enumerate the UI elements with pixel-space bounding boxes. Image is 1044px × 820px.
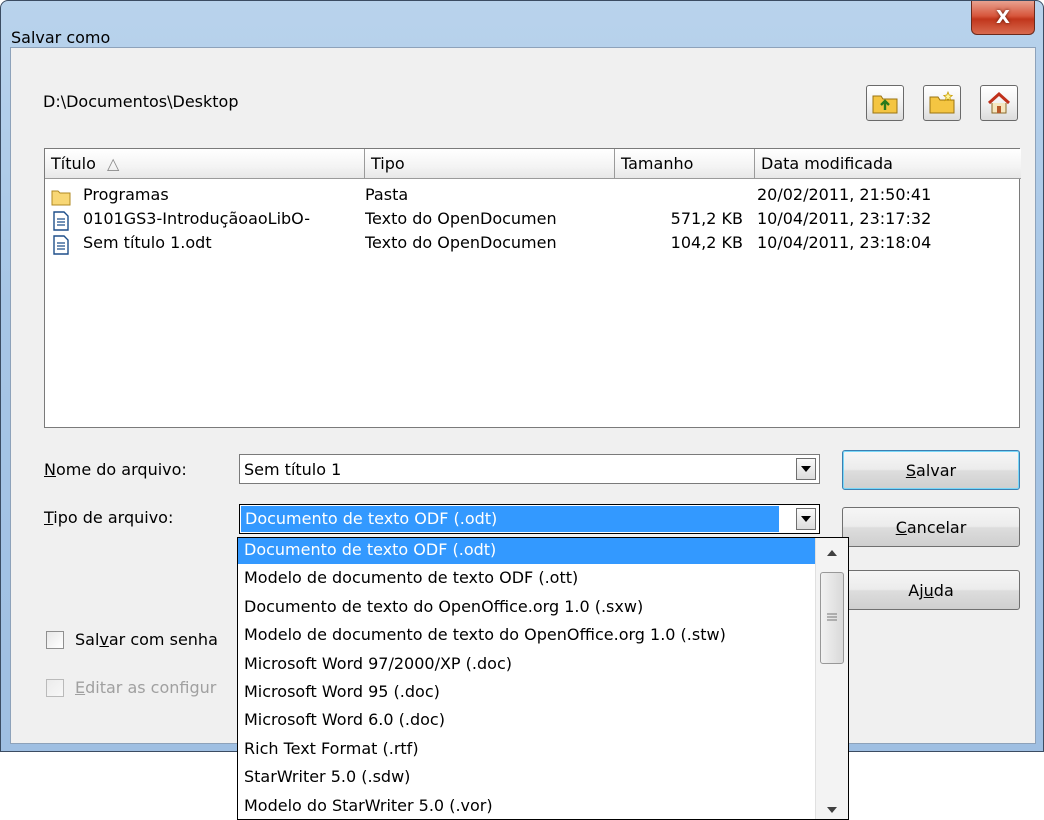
file-name: 0101GS3-IntroduçãoaoLibO- bbox=[83, 209, 310, 228]
scrollbar-thumb[interactable] bbox=[820, 572, 844, 664]
scroll-up-icon[interactable] bbox=[827, 550, 837, 556]
close-button[interactable]: X bbox=[971, 1, 1035, 35]
filetype-option[interactable]: Rich Text Format (.rtf) bbox=[238, 737, 815, 763]
edit-filter-settings-checkbox[interactable] bbox=[46, 679, 64, 697]
current-path: D:\Documentos\Desktop bbox=[43, 92, 239, 111]
file-type: Texto do OpenDocumen bbox=[365, 209, 557, 228]
file-row-document[interactable]: Sem título 1.odt Texto do OpenDocumen 10… bbox=[45, 233, 1019, 255]
folder-up-button[interactable] bbox=[866, 85, 904, 121]
sort-ascending-icon: △ bbox=[106, 154, 120, 173]
document-icon bbox=[53, 211, 69, 231]
filetype-option[interactable]: Modelo de documento de texto do OpenOffi… bbox=[238, 623, 815, 649]
filetype-option[interactable]: Modelo de documento de texto ODF (.ott) bbox=[238, 566, 815, 592]
filetype-option[interactable]: Microsoft Word 6.0 (.doc) bbox=[238, 708, 815, 734]
column-header-size[interactable]: Tamanho bbox=[615, 149, 755, 179]
save-button[interactable]: Salvar bbox=[842, 450, 1020, 490]
edit-filter-settings-label: Editar as configur bbox=[75, 678, 217, 697]
file-list[interactable]: Título △ Tipo Tamanho Data modificada Pr… bbox=[44, 148, 1021, 428]
save-with-password-checkbox[interactable] bbox=[46, 631, 64, 649]
file-type: Pasta bbox=[365, 185, 409, 204]
window-title: Salvar como bbox=[11, 28, 111, 47]
filetype-option[interactable]: Documento de texto ODF (.odt) bbox=[238, 538, 815, 564]
dropdown-scrollbar[interactable] bbox=[815, 538, 848, 819]
filetype-option[interactable]: Modelo do StarWriter 5.0 (.vor) bbox=[238, 794, 815, 819]
filetype-label: Tipo de arquivo: bbox=[44, 508, 174, 527]
filetype-option[interactable]: StarWriter 5.0 (.sdw) bbox=[238, 765, 815, 791]
filetype-combo[interactable]: Documento de texto ODF (.odt) bbox=[239, 504, 820, 534]
cancel-button[interactable]: Cancelar bbox=[842, 507, 1020, 547]
chevron-down-icon bbox=[801, 466, 811, 472]
filename-label: Nome do arquivo: bbox=[44, 460, 187, 479]
title-bar[interactable]: Salvar como X bbox=[1, 1, 1043, 47]
home-icon bbox=[987, 91, 1011, 114]
filetype-option[interactable]: Microsoft Word 95 (.doc) bbox=[238, 680, 815, 706]
file-row-folder[interactable]: Programas Pasta 20/02/2011, 21:50:41 bbox=[45, 185, 1019, 207]
file-size: 571,2 KB bbox=[670, 209, 743, 228]
file-size: 104,2 KB bbox=[670, 233, 743, 252]
file-modified: 10/04/2011, 23:18:04 bbox=[757, 233, 932, 252]
new-folder-button[interactable] bbox=[923, 85, 961, 121]
filetype-dropdown-button[interactable] bbox=[796, 508, 816, 530]
scroll-down-icon[interactable] bbox=[827, 807, 837, 813]
filetype-dropdown-list[interactable]: Documento de texto ODF (.odt) Modelo de d… bbox=[237, 537, 849, 820]
close-icon: X bbox=[996, 7, 1010, 28]
file-row-document[interactable]: 0101GS3-IntroduçãoaoLibO- Texto do OpenD… bbox=[45, 209, 1019, 231]
filetype-option[interactable]: Documento de texto do OpenOffice.org 1.0… bbox=[238, 595, 815, 621]
new-folder-icon bbox=[929, 91, 955, 114]
column-header-title[interactable]: Título △ bbox=[45, 149, 365, 179]
file-type: Texto do OpenDocumen bbox=[365, 233, 557, 252]
filetype-option[interactable]: Microsoft Word 97/2000/XP (.doc) bbox=[238, 652, 815, 678]
file-name: Programas bbox=[83, 185, 169, 204]
column-header-type[interactable]: Tipo bbox=[365, 149, 615, 179]
column-header-modified[interactable]: Data modificada bbox=[755, 149, 1021, 179]
save-with-password-label: Salvar com senha bbox=[75, 630, 218, 649]
help-button[interactable]: Aj u da bbox=[842, 570, 1020, 610]
filetype-selected-value[interactable]: Documento de texto ODF (.odt) bbox=[241, 506, 779, 532]
grip-icon bbox=[827, 613, 837, 621]
home-button[interactable] bbox=[980, 85, 1018, 121]
file-modified: 10/04/2011, 23:17:32 bbox=[757, 209, 932, 228]
file-modified: 20/02/2011, 21:50:41 bbox=[757, 185, 932, 204]
document-icon bbox=[53, 235, 69, 255]
folder-up-icon bbox=[872, 95, 898, 114]
filename-input[interactable]: Sem título 1 bbox=[244, 460, 341, 479]
file-name: Sem título 1.odt bbox=[83, 233, 212, 252]
folder-icon bbox=[51, 190, 71, 206]
chevron-down-icon bbox=[801, 516, 811, 522]
filename-dropdown-button[interactable] bbox=[796, 458, 816, 480]
filename-combo[interactable]: Sem título 1 bbox=[239, 454, 820, 484]
